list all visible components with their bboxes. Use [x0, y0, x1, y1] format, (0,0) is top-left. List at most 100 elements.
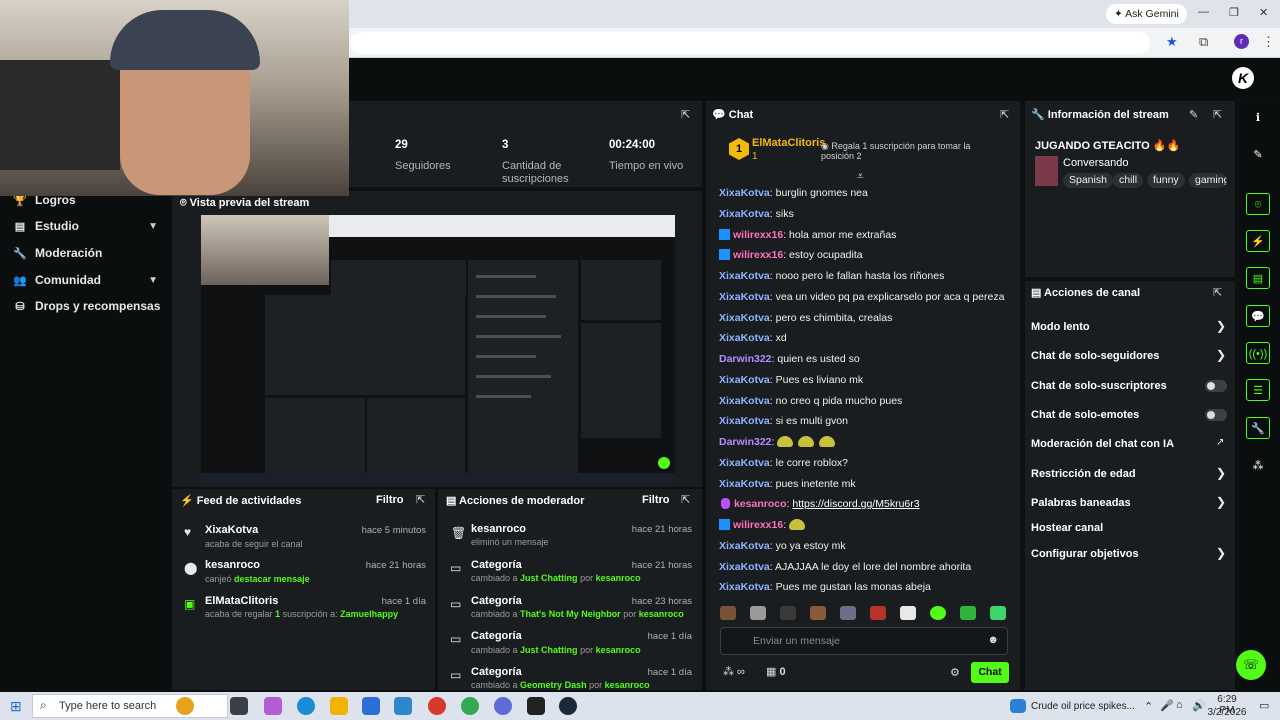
emote-9[interactable] [960, 606, 976, 620]
sidebar-item-drops[interactable]: ⛁ Drops y recompensas [12, 296, 162, 316]
chat-username[interactable]: wilirexx16 [733, 519, 783, 531]
chat-emote[interactable] [789, 519, 806, 530]
send-chat-button[interactable]: Chat [971, 662, 1009, 683]
chat-username[interactable]: wilirexx16 [733, 229, 783, 241]
chevron-right-icon[interactable]: ❯ [1216, 546, 1226, 560]
action-followers-only[interactable]: Chat de solo-seguidores [1031, 350, 1159, 362]
chat-username[interactable]: XixaKotva [719, 332, 770, 344]
chat-bubble-icon[interactable]: 💬 [1246, 305, 1270, 327]
chat-emote[interactable] [819, 436, 836, 447]
task-view-icon[interactable] [230, 697, 248, 715]
edge-icon[interactable] [297, 697, 315, 715]
points-icon[interactable]: ⁂ ∞ [723, 665, 745, 678]
tray-chevron-icon[interactable]: ⌃ [1144, 700, 1153, 713]
maximize-icon[interactable]: ❐ [1229, 6, 1239, 19]
emote-8[interactable] [930, 606, 946, 620]
emote-4[interactable] [810, 606, 826, 620]
news-icon[interactable] [1010, 699, 1026, 713]
chat-username[interactable]: XixaKotva [719, 208, 770, 220]
news-widget-text[interactable]: Crude oil price spikes... [1031, 701, 1135, 712]
chevron-right-icon[interactable]: ❯ [1216, 495, 1226, 509]
feed-item-user[interactable]: kesanroco [205, 559, 260, 571]
emotes-only-toggle[interactable] [1205, 409, 1227, 421]
chat-username[interactable]: XixaKotva [719, 291, 770, 303]
action-goals[interactable]: Configurar objetivos [1031, 548, 1139, 560]
chevron-right-icon[interactable]: ❯ [1216, 466, 1226, 480]
discord-icon[interactable] [494, 697, 512, 715]
taskbar-search[interactable]: Type here to search [32, 694, 228, 718]
stream-preview-video[interactable] [201, 215, 675, 483]
chat-username[interactable]: Darwin322 [719, 353, 772, 365]
chat-username[interactable]: XixaKotva [719, 540, 770, 552]
list-icon[interactable]: ☰ [1246, 379, 1270, 401]
tab-search-icon[interactable]: ⧉ [1199, 34, 1208, 50]
emoji-icon[interactable]: ☻ [987, 634, 999, 646]
wrench-icon[interactable]: 🔧 [1246, 417, 1270, 439]
popout-icon[interactable]: ⇱ [1213, 286, 1222, 299]
epic-games-icon[interactable] [527, 697, 545, 715]
action-host-channel[interactable]: Hostear canal [1031, 522, 1103, 534]
chat-username[interactable]: XixaKotva [719, 415, 770, 427]
emote-3[interactable] [780, 606, 796, 620]
steam-icon[interactable] [559, 697, 577, 715]
sidebar-item-comunidad[interactable]: 👥 Comunidad ▼ [12, 270, 162, 290]
feed-item-user[interactable]: XixaKotva [205, 524, 258, 536]
volume-icon[interactable]: 🔊 [1192, 699, 1206, 712]
emote-2[interactable] [750, 606, 766, 620]
chat-username[interactable]: XixaKotva [719, 395, 770, 407]
bolt-icon[interactable]: ⚡ [1246, 230, 1270, 252]
chevron-right-icon[interactable]: ❯ [1216, 319, 1226, 333]
taskbar-date[interactable]: 3/2/2026 [1207, 707, 1247, 718]
scan-icon[interactable]: ⌾ [1246, 193, 1270, 215]
profile-avatar[interactable]: r [1234, 34, 1249, 49]
emote-6[interactable] [870, 606, 886, 620]
document-icon[interactable]: ▤ [1246, 267, 1270, 289]
support-chat-icon[interactable]: ☏ [1236, 650, 1266, 680]
chat-username[interactable]: kesanroco [734, 498, 787, 510]
action-slow-mode[interactable]: Modo lento [1031, 321, 1090, 333]
store-icon[interactable] [362, 697, 380, 715]
sidebar-item-moderacion[interactable]: 🔧 Moderación [12, 243, 162, 263]
chat-username[interactable]: XixaKotva [719, 561, 770, 573]
chat-username[interactable]: XixaKotva [719, 312, 770, 324]
mail-icon[interactable] [394, 697, 412, 715]
file-explorer-icon[interactable] [330, 697, 348, 715]
chat-username[interactable]: XixaKotva [719, 478, 770, 490]
chat-username[interactable]: XixaKotva [719, 187, 770, 199]
share-icon[interactable]: ⁂ [1246, 455, 1270, 477]
minimize-icon[interactable]: — [1198, 6, 1209, 18]
activity-feed-filter-button[interactable]: Filtro [376, 494, 404, 506]
taskbar-app-icon[interactable] [176, 697, 194, 715]
popout-icon[interactable]: ⇱ [1000, 108, 1009, 121]
notification-icon[interactable]: ▭ [1259, 699, 1269, 712]
chat-emote[interactable] [777, 436, 794, 447]
emote-7[interactable] [900, 606, 916, 620]
emote-10[interactable] [990, 606, 1006, 620]
bookmark-star-icon[interactable]: ★ [1166, 34, 1178, 50]
chrome-icon[interactable] [461, 697, 479, 715]
app-icon[interactable] [428, 697, 446, 715]
chat-username[interactable]: wilirexx16 [733, 249, 783, 261]
external-link-icon[interactable]: ↗ [1216, 437, 1224, 448]
close-icon[interactable]: ✕ [1259, 6, 1268, 19]
address-bar[interactable] [350, 32, 1150, 54]
popout-icon[interactable]: ⇱ [681, 493, 690, 506]
pinned-gifter-name[interactable]: ElMataClitoris [752, 137, 825, 149]
copilot-icon[interactable] [264, 697, 282, 715]
action-banned-words[interactable]: Palabras baneadas [1031, 497, 1131, 509]
emote-1[interactable] [720, 606, 736, 620]
popout-icon[interactable]: ⇱ [681, 108, 690, 121]
kick-logo[interactable]: K [1232, 67, 1254, 89]
chat-link[interactable]: https://discord.gg/M5kru6r3 [792, 498, 919, 510]
chat-username[interactable]: XixaKotva [719, 581, 770, 593]
popout-icon[interactable]: ⇱ [1213, 108, 1222, 121]
info-icon[interactable]: ℹ [1246, 107, 1270, 129]
action-ai-moderation[interactable]: Moderación del chat con IA [1031, 438, 1174, 450]
stream-category[interactable]: Conversando [1063, 157, 1128, 169]
chat-username[interactable]: XixaKotva [719, 270, 770, 282]
mod-item-title[interactable]: kesanroco [471, 523, 526, 535]
chat-input[interactable]: Enviar un mensaje ☻ [720, 627, 1008, 655]
browser-menu-icon[interactable]: ⋮ [1262, 34, 1275, 50]
chat-emote[interactable] [798, 436, 815, 447]
popout-icon[interactable]: ⇱ [416, 493, 425, 506]
